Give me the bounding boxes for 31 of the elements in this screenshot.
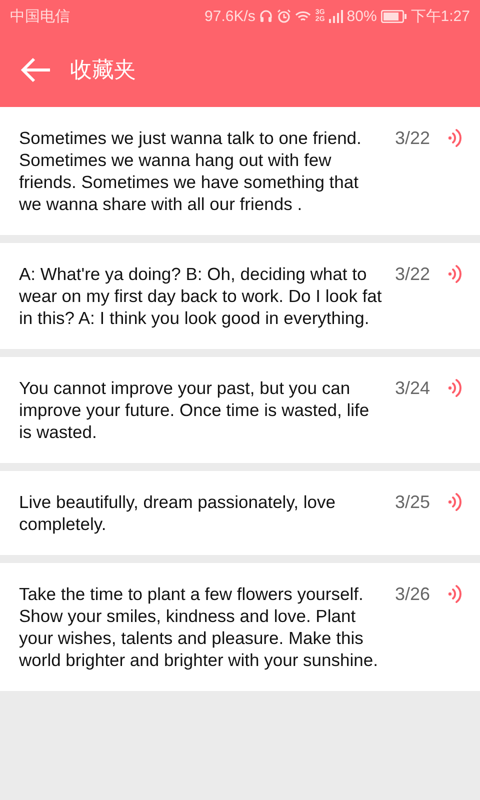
favorite-date: 3/26 (394, 584, 430, 605)
sentence-text: You cannot improve your past, but you can improve your future. Once time is wasted, life is wasted. (19, 377, 370, 443)
page-title: 收藏夹 (70, 56, 136, 84)
sentence-text: Live beautifully, dream passionately, love completely. (19, 491, 336, 535)
back-arrow-icon[interactable] (20, 56, 52, 82)
favorite-card[interactable]: Take the time to plant a few flowers yourself. Show your smiles, kindness and love. Plant your wishes, talents and pleasure. Make this world brighter and brighter with your sunshine. 3/26 (0, 563, 480, 691)
clock-time: 下午1:27 (410, 6, 470, 26)
alarm-icon (277, 9, 292, 23)
favorite-date: 3/22 (394, 128, 430, 149)
favorite-date: 3/24 (394, 378, 430, 399)
wifi-icon (295, 10, 312, 22)
sentence-text: Take the time to plant a few flowers yourself. Show your smiles, kindness and love. Plant your wishes, talents and pleasure. Make this world brighter and brighter with your sunshine. (19, 583, 379, 671)
favorite-card[interactable]: A: What're ya doing? B: Oh, deciding what to wear on my first day back to work. Do I look fat in this? A: I think you look good in everything. 3/22 (0, 243, 480, 349)
sound-wave-icon[interactable] (448, 491, 462, 513)
sentence-text: Sometimes we just wanna talk to one friend. Sometimes we wanna hang out with few friends. Sometimes we have something that we wanna share with all our friends . (19, 127, 362, 215)
sentence-text: A: What're ya doing? B: Oh, deciding what to wear on my first day back to work. Do I look fat in this? A: I think you look good in everything. (19, 263, 383, 329)
signal-icon (328, 10, 343, 22)
favorite-card[interactable]: Live beautifully, dream passionately, love completely. 3/25 (0, 471, 480, 555)
sound-wave-icon[interactable] (448, 263, 462, 285)
headphones-icon (259, 9, 274, 23)
sound-wave-icon[interactable] (448, 583, 462, 605)
network-speed: 97.6K/s (204, 8, 256, 24)
favorite-card[interactable]: You cannot improve your past, but you can improve your future. Once time is wasted, life is wasted. 3/24 (0, 357, 480, 463)
favorite-card[interactable]: Sometimes we just wanna talk to one friend. Sometimes we wanna hang out with few friends. Sometimes we have something that we wanna share with all our friends . 3/22 (0, 107, 480, 235)
favorite-date: 3/25 (394, 492, 430, 513)
battery-icon (380, 10, 407, 22)
sound-wave-icon[interactable] (448, 377, 462, 399)
battery-percent: 80% (346, 8, 377, 24)
favorite-date: 3/22 (394, 264, 430, 285)
sound-wave-icon[interactable] (448, 127, 462, 149)
carrier-name: 中国电信 (10, 6, 70, 26)
